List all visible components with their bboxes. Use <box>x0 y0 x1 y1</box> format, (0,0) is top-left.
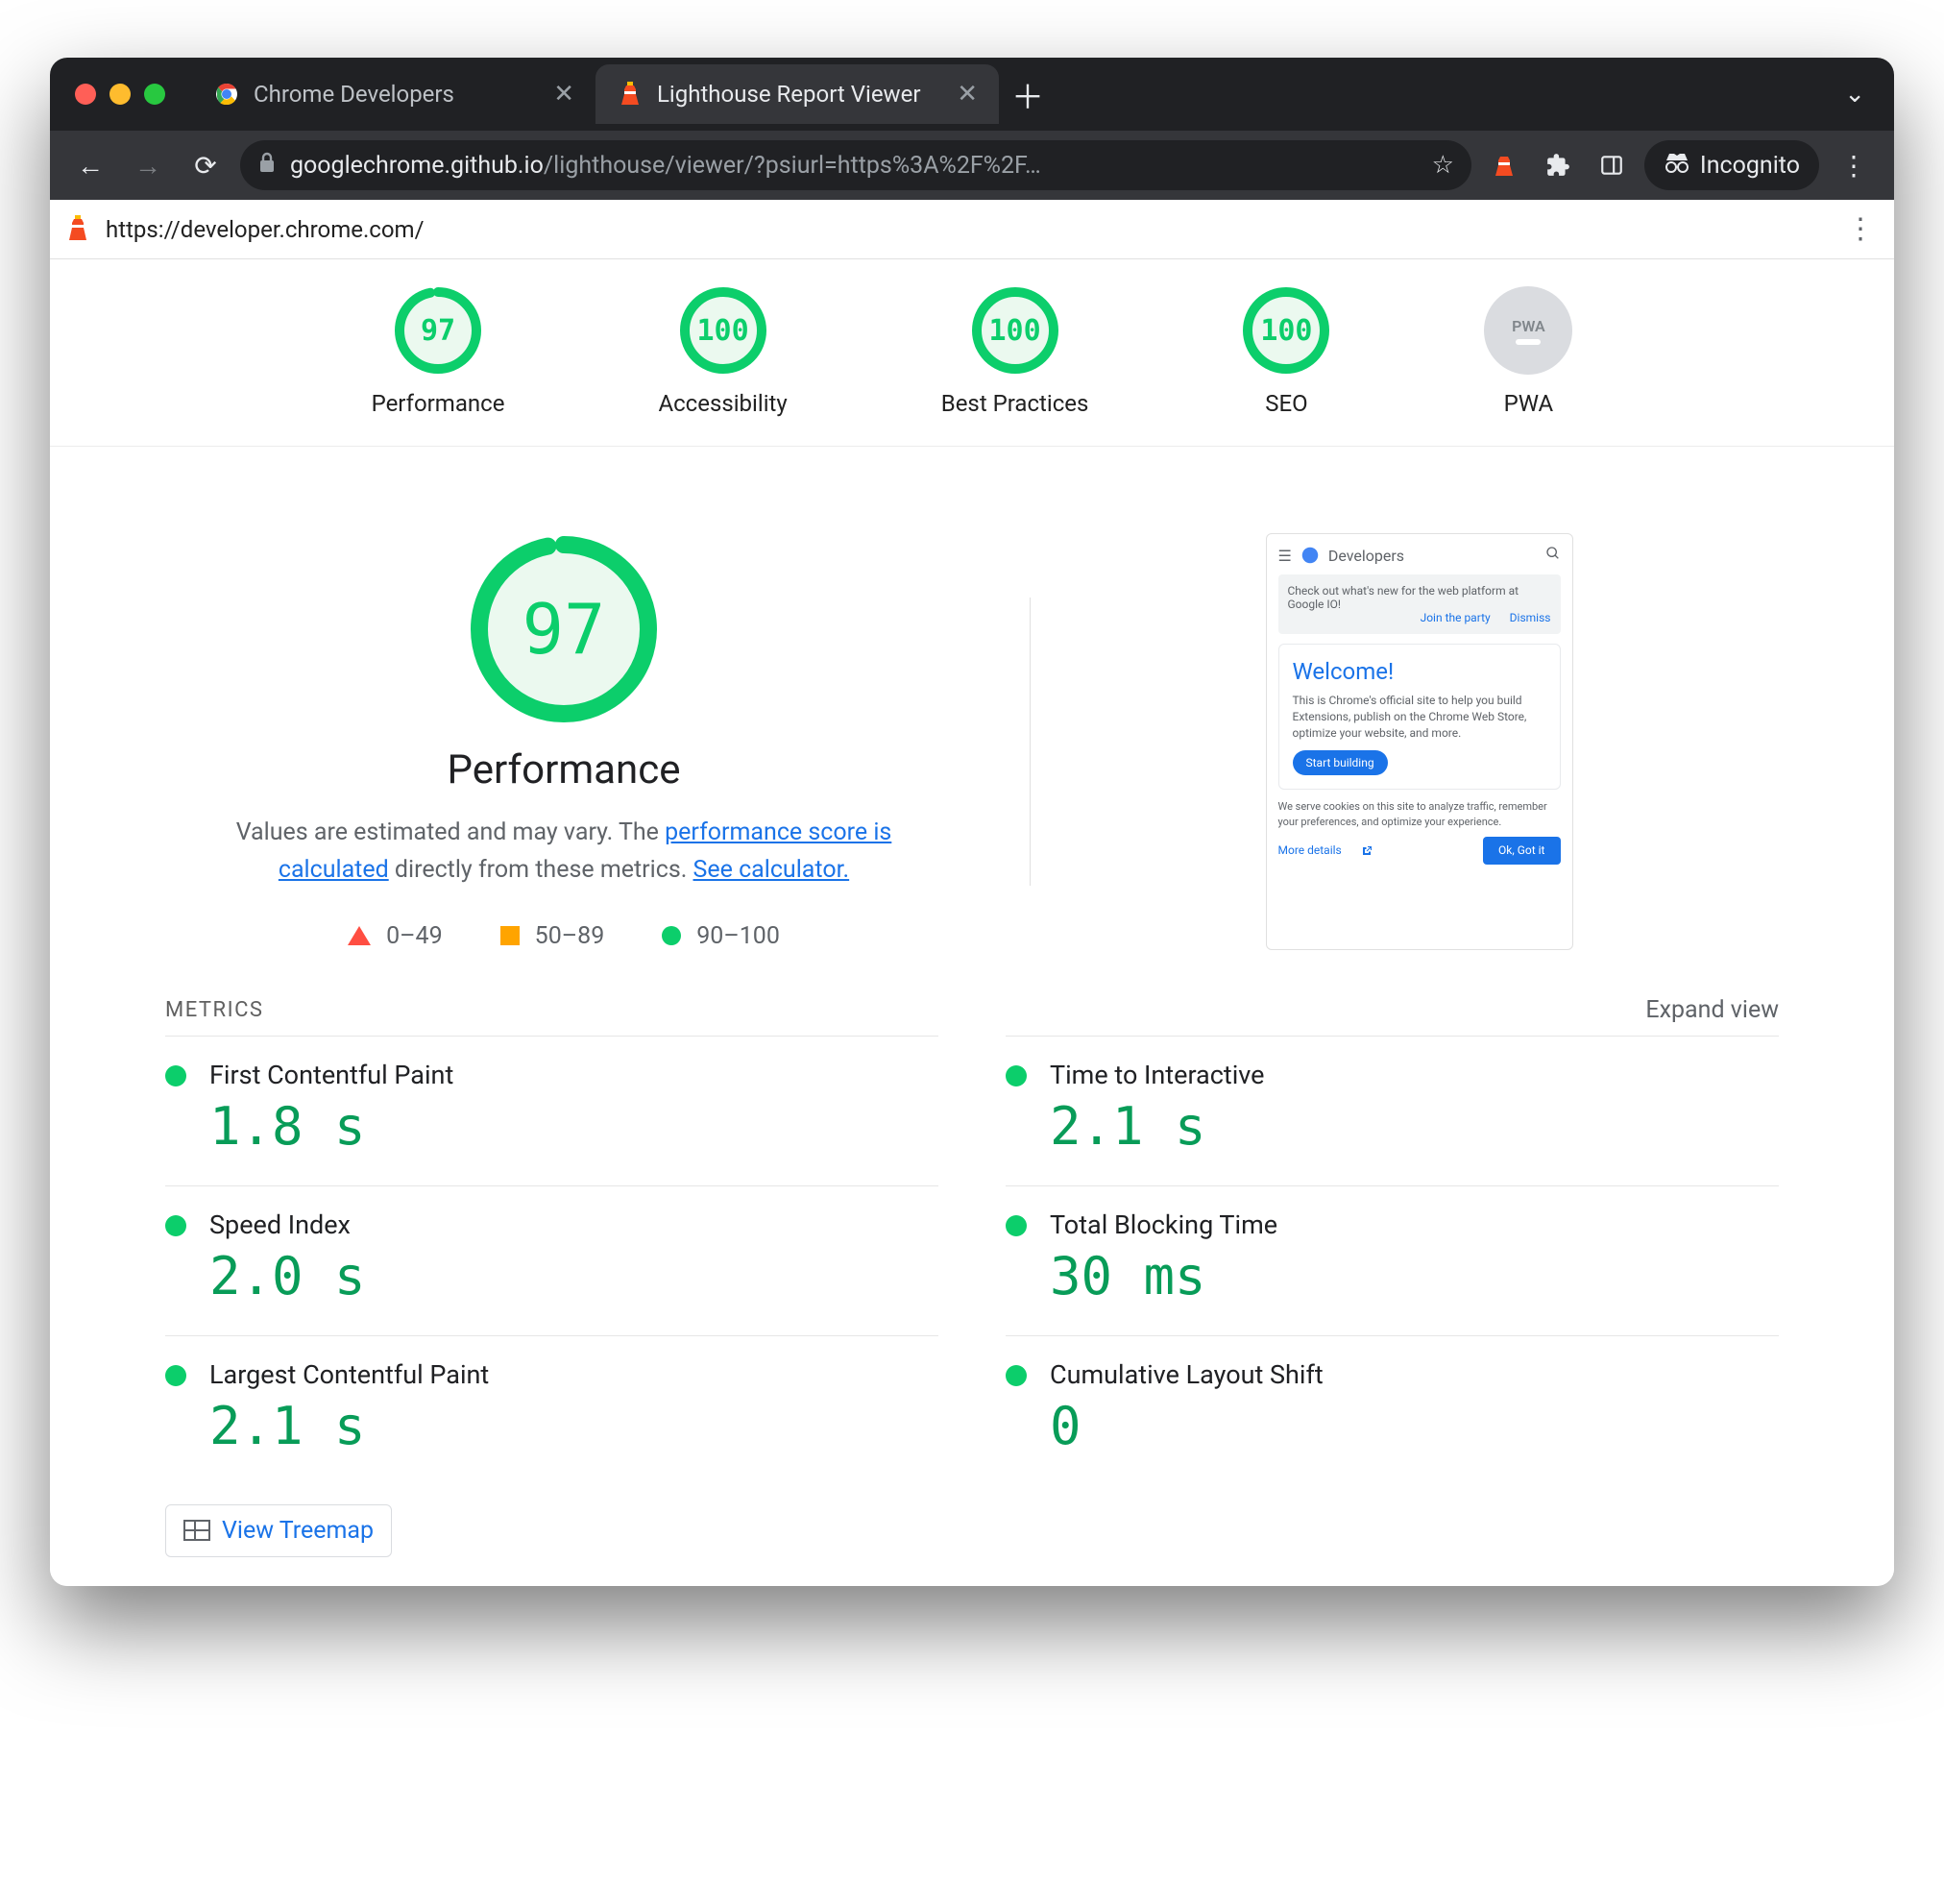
lighthouse-icon <box>67 215 92 244</box>
incognito-icon <box>1664 152 1690 180</box>
view-treemap-button[interactable]: View Treemap <box>165 1504 392 1557</box>
gauge-accessibility[interactable]: 100 Accessibility <box>658 286 787 417</box>
metric-tti: Time to Interactive2.1 s <box>1006 1036 1779 1185</box>
tab-chrome-developers[interactable]: Chrome Developers ✕ <box>192 64 595 124</box>
tabs: Chrome Developers ✕ Lighthouse Report Vi… <box>192 58 1831 131</box>
circle-icon <box>662 926 681 945</box>
browser-window: Chrome Developers ✕ Lighthouse Report Vi… <box>50 58 1894 1586</box>
browser-menu-icon[interactable]: ⋮ <box>1831 142 1877 188</box>
tested-url: https://developer.chrome.com/ <box>106 216 425 243</box>
metric-cls: Cumulative Layout Shift0 <box>1006 1335 1779 1485</box>
metric-lcp: Largest Contentful Paint2.1 s <box>165 1335 938 1485</box>
metrics-section: METRICS Expand view First Contentful Pai… <box>50 979 1894 1586</box>
gauge-performance[interactable]: 97 Performance <box>372 286 505 417</box>
menu-icon: ☰ <box>1278 547 1292 565</box>
bookmark-star-icon[interactable]: ☆ <box>1432 151 1454 180</box>
incognito-label: Incognito <box>1700 152 1800 180</box>
new-tab-button[interactable]: ＋ <box>1005 71 1051 117</box>
close-window-icon[interactable] <box>75 84 96 105</box>
incognito-indicator[interactable]: Incognito <box>1644 140 1819 190</box>
lighthouse-icon <box>617 81 644 108</box>
pass-dot-icon <box>165 1215 186 1236</box>
score-summary: 97 Performance 100 Accessibility 100 Bes… <box>50 259 1894 447</box>
lighthouse-topbar: https://developer.chrome.com/ ⋮ <box>50 200 1894 259</box>
report-menu-icon[interactable]: ⋮ <box>1846 212 1877 246</box>
extensions-icon[interactable] <box>1537 144 1579 186</box>
metric-tbt: Total Blocking Time30 ms <box>1006 1185 1779 1335</box>
triangle-icon <box>348 926 371 945</box>
forward-button[interactable]: → <box>125 142 171 188</box>
tab-list-chevron-icon[interactable]: ⌄ <box>1831 80 1879 109</box>
pass-dot-icon <box>1006 1365 1027 1386</box>
chrome-icon <box>213 81 240 108</box>
vertical-divider <box>1030 598 1031 886</box>
tab-label: Lighthouse Report Viewer <box>657 81 920 108</box>
search-icon <box>1545 546 1561 565</box>
reload-button[interactable]: ⟳ <box>182 142 229 188</box>
metric-fcp: First Contentful Paint1.8 s <box>165 1036 938 1185</box>
performance-heading: Performance <box>448 746 681 793</box>
gauge-pwa[interactable]: PWA PWA <box>1484 286 1572 417</box>
see-calculator-link[interactable]: See calculator. <box>693 856 850 884</box>
page-screenshot-thumbnail: ☰ Developers Check out what's new for th… <box>1266 533 1573 950</box>
maximize-window-icon[interactable] <box>144 84 165 105</box>
performance-description: Values are estimated and may vary. The p… <box>228 815 900 890</box>
close-tab-icon[interactable]: ✕ <box>957 80 978 109</box>
side-panel-icon[interactable] <box>1591 144 1633 186</box>
performance-big-gauge: 97 <box>468 533 660 725</box>
square-icon <box>500 926 520 945</box>
lock-icon <box>257 152 277 180</box>
pass-dot-icon <box>1006 1215 1027 1236</box>
metrics-heading: METRICS <box>165 998 263 1022</box>
tab-lighthouse-viewer[interactable]: Lighthouse Report Viewer ✕ <box>595 64 999 124</box>
minimize-window-icon[interactable] <box>109 84 131 105</box>
lighthouse-extension-icon[interactable] <box>1483 144 1525 186</box>
pass-dot-icon <box>165 1365 186 1386</box>
tab-strip: Chrome Developers ✕ Lighthouse Report Vi… <box>50 58 1894 131</box>
back-button[interactable]: ← <box>67 142 113 188</box>
gauge-best-practices[interactable]: 100 Best Practices <box>941 286 1089 417</box>
page-content: https://developer.chrome.com/ ⋮ 97 Perfo… <box>50 200 1894 1586</box>
score-legend: 0–49 50–89 90–100 <box>348 922 780 950</box>
external-link-icon <box>1361 845 1373 857</box>
chrome-icon <box>1301 547 1319 564</box>
browser-toolbar: ← → ⟳ googlechrome.github.io/lighthouse/… <box>50 131 1894 200</box>
omnibox[interactable]: googlechrome.github.io/lighthouse/viewer… <box>240 140 1471 190</box>
performance-section: 97 Performance Values are estimated and … <box>50 447 1894 979</box>
pass-dot-icon <box>165 1065 186 1086</box>
omnibox-url: googlechrome.github.io/lighthouse/viewer… <box>290 152 1419 180</box>
gauge-seo[interactable]: 100 SEO <box>1242 286 1330 417</box>
pass-dot-icon <box>1006 1065 1027 1086</box>
tab-label: Chrome Developers <box>254 81 454 108</box>
metric-speed-index: Speed Index2.0 s <box>165 1185 938 1335</box>
window-controls <box>75 84 165 105</box>
treemap-icon <box>183 1520 210 1541</box>
expand-view-toggle[interactable]: Expand view <box>1645 996 1779 1024</box>
close-tab-icon[interactable]: ✕ <box>553 80 574 109</box>
